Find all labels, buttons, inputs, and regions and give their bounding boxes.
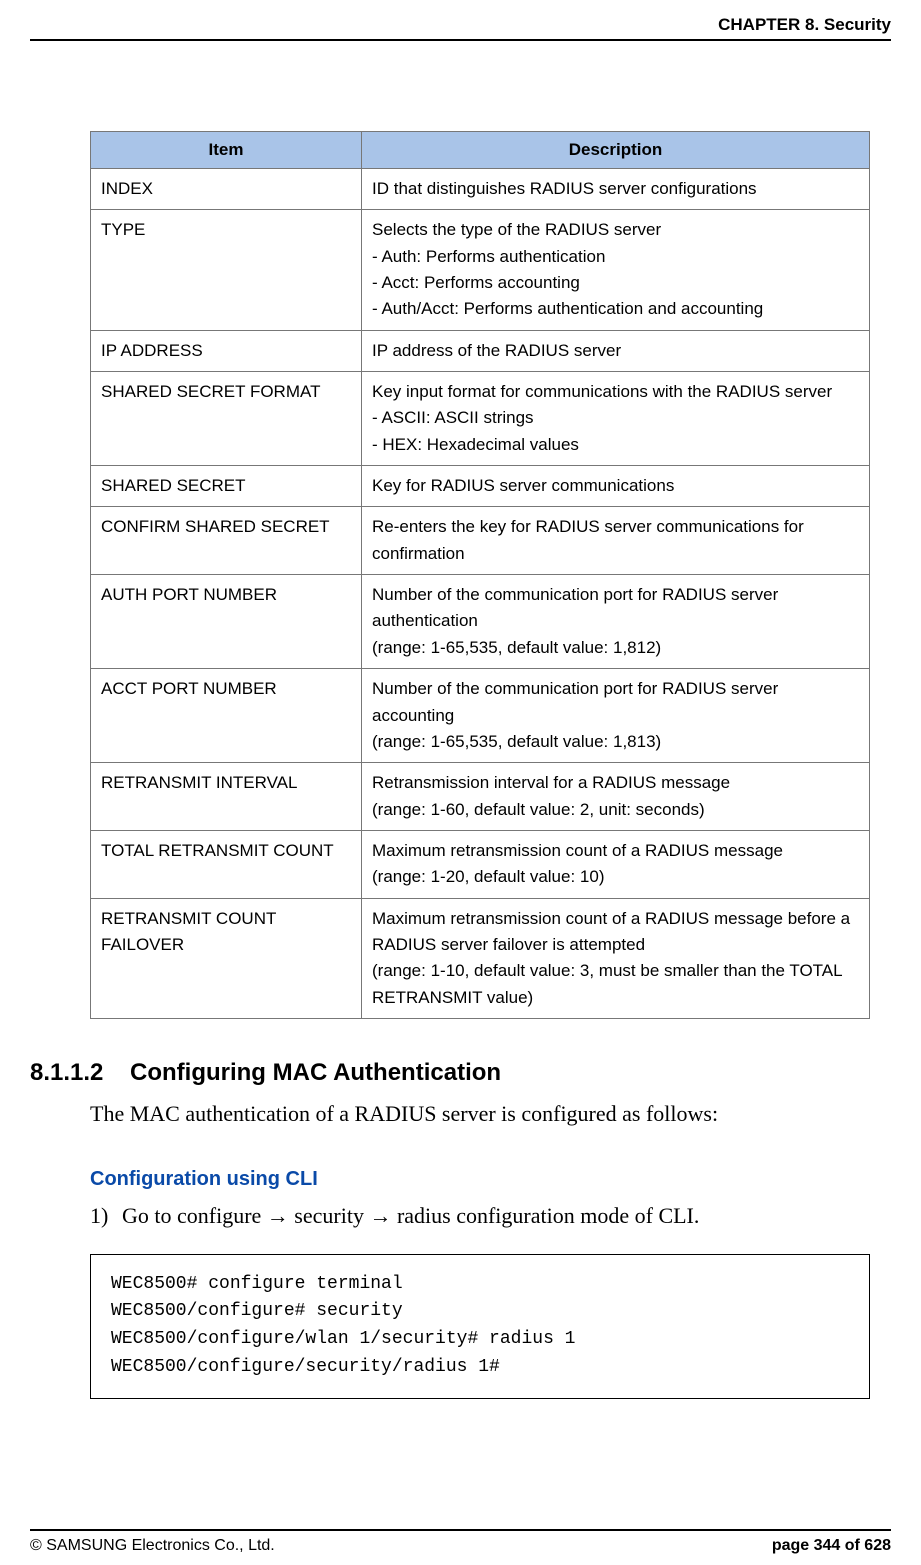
table-row: SHARED SECRET FORMATKey input format for… [91,372,870,466]
arrow-icon: → [267,1203,289,1228]
cell-description: Key for RADIUS server communications [362,466,870,507]
cell-description: IP address of the RADIUS server [362,330,870,371]
table-row: AUTH PORT NUMBERNumber of the communicat… [91,575,870,669]
cell-description: Re-enters the key for RADIUS server comm… [362,507,870,575]
table-row: CONFIRM SHARED SECRETRe-enters the key f… [91,507,870,575]
table-row: ACCT PORT NUMBERNumber of the communicat… [91,669,870,763]
step-text-3: radius configuration mode of CLI. [391,1203,699,1228]
chapter-title: CHAPTER 8. Security [718,15,891,35]
cell-item: TYPE [91,210,362,330]
cell-description: Selects the type of the RADIUS server - … [362,210,870,330]
cell-item: SHARED SECRET FORMAT [91,372,362,466]
table-row: RETRANSMIT COUNT FAILOVERMaximum retrans… [91,898,870,1018]
page-header: CHAPTER 8. Security [30,15,891,41]
cell-item: IP ADDRESS [91,330,362,371]
footer-page-number: page 344 of 628 [772,1537,891,1555]
table-row: SHARED SECRETKey for RADIUS server commu… [91,466,870,507]
footer-copyright: © SAMSUNG Electronics Co., Ltd. [30,1537,275,1555]
col-header-description: Description [362,132,870,169]
cell-item: RETRANSMIT COUNT FAILOVER [91,898,362,1018]
step-1: 1)Go to configure → security → radius co… [90,1201,891,1232]
arrow-icon: → [369,1203,391,1228]
cell-item: AUTH PORT NUMBER [91,575,362,669]
table-row: RETRANSMIT INTERVALRetransmission interv… [91,763,870,831]
cell-description: Retransmission interval for a RADIUS mes… [362,763,870,831]
cell-description: Number of the communication port for RAD… [362,575,870,669]
step-text-1: Go to configure [122,1203,267,1228]
step-number: 1) [90,1201,122,1232]
cell-item: CONFIRM SHARED SECRET [91,507,362,575]
table-row: TYPESelects the type of the RADIUS serve… [91,210,870,330]
cell-item: RETRANSMIT INTERVAL [91,763,362,831]
cell-item: ACCT PORT NUMBER [91,669,362,763]
cell-item: TOTAL RETRANSMIT COUNT [91,830,362,898]
cli-code-block: WEC8500# configure terminal WEC8500/conf… [90,1254,870,1400]
cell-description: Number of the communication port for RAD… [362,669,870,763]
section-intro-paragraph: The MAC authentication of a RADIUS serve… [90,1099,891,1130]
section-title: Configuring MAC Authentication [130,1059,501,1086]
table-header-row: Item Description [91,132,870,169]
cell-item: SHARED SECRET [91,466,362,507]
table-row: INDEXID that distinguishes RADIUS server… [91,169,870,210]
cell-description: Key input format for communications with… [362,372,870,466]
cell-description: ID that distinguishes RADIUS server conf… [362,169,870,210]
section-number: 8.1.1.2 [30,1059,130,1087]
table-row: IP ADDRESSIP address of the RADIUS serve… [91,330,870,371]
col-header-item: Item [91,132,362,169]
radius-config-table: Item Description INDEXID that distinguis… [90,131,870,1019]
page-container: CHAPTER 8. Security Item Description IND… [0,0,921,1565]
step-text-2: security [289,1203,370,1228]
cell-description: Maximum retransmission count of a RADIUS… [362,898,870,1018]
cell-item: INDEX [91,169,362,210]
section-heading: 8.1.1.2Configuring MAC Authentication [30,1059,891,1087]
cell-description: Maximum retransmission count of a RADIUS… [362,830,870,898]
sub-heading-cli: Configuration using CLI [90,1168,891,1191]
page-footer: © SAMSUNG Electronics Co., Ltd. page 344… [30,1529,891,1555]
table-row: TOTAL RETRANSMIT COUNTMaximum retransmis… [91,830,870,898]
page-content: Item Description INDEXID that distinguis… [30,41,891,1529]
